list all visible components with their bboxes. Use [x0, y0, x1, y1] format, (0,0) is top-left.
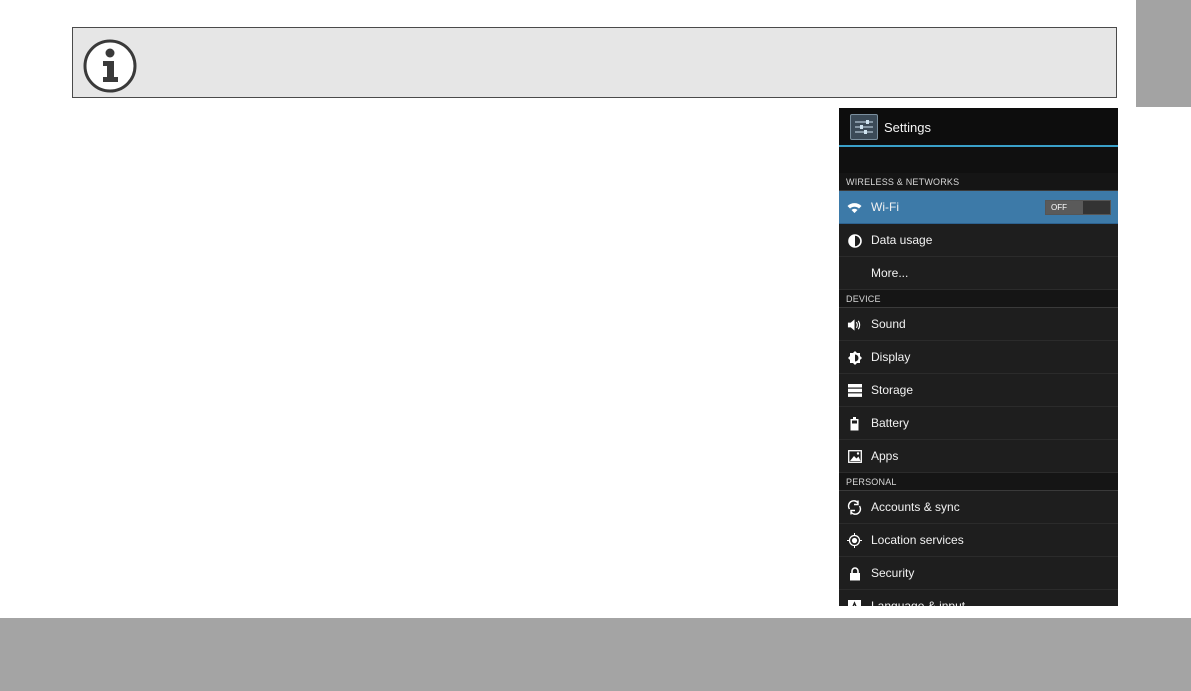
settings-item-sound[interactable]: Sound — [839, 308, 1118, 341]
settings-item-language[interactable]: Language & input — [839, 590, 1118, 606]
sync-icon — [847, 500, 862, 515]
battery-icon — [847, 416, 862, 431]
section-header-wireless: WIRELESS & NETWORKS — [839, 173, 1118, 191]
settings-item-label: Location services — [871, 533, 964, 547]
speaker-icon — [847, 317, 862, 332]
wifi-icon — [847, 200, 862, 215]
settings-item-label: Data usage — [871, 233, 933, 247]
settings-item-wifi[interactable]: Wi-Fi OFF — [839, 191, 1118, 224]
settings-item-label: Display — [871, 350, 911, 364]
settings-item-label: Accounts & sync — [871, 500, 960, 514]
section-header-personal: PERSONAL — [839, 473, 1118, 491]
settings-item-data-usage[interactable]: Data usage — [839, 224, 1118, 257]
settings-item-location[interactable]: Location services — [839, 524, 1118, 557]
settings-item-label: Storage — [871, 383, 914, 397]
info-icon — [83, 39, 137, 93]
data-usage-icon — [847, 233, 862, 248]
brightness-icon — [847, 350, 862, 365]
wifi-toggle[interactable]: OFF — [1045, 200, 1111, 215]
settings-screenshot: Settings WIRELESS & NETWORKS Wi-Fi OFF D… — [839, 108, 1118, 606]
spacer — [839, 147, 1118, 173]
settings-item-battery[interactable]: Battery — [839, 407, 1118, 440]
settings-item-label: Wi-Fi — [871, 200, 899, 214]
settings-item-label: Language & input — [871, 599, 966, 606]
side-tab — [1136, 0, 1191, 107]
keyboard-icon — [847, 599, 862, 606]
footer-bar — [0, 618, 1191, 691]
settings-item-security[interactable]: Security — [839, 557, 1118, 590]
settings-item-apps[interactable]: Apps — [839, 440, 1118, 473]
settings-item-label: Sound — [871, 317, 906, 331]
app-title: Settings — [884, 120, 931, 135]
settings-item-storage[interactable]: Storage — [839, 374, 1118, 407]
lock-icon — [847, 566, 862, 581]
storage-icon — [847, 383, 862, 398]
settings-item-label: Security — [871, 566, 915, 580]
settings-item-label: Battery — [871, 416, 910, 430]
settings-item-accounts-sync[interactable]: Accounts & sync — [839, 491, 1118, 524]
toggle-off-label: OFF — [1046, 201, 1083, 214]
action-bar: Settings — [839, 108, 1118, 147]
settings-item-label: More... — [871, 266, 909, 280]
section-header-device: DEVICE — [839, 290, 1118, 308]
settings-item-display[interactable]: Display — [839, 341, 1118, 374]
location-icon — [847, 533, 862, 548]
info-note-box — [72, 27, 1117, 98]
settings-app-icon[interactable] — [850, 114, 878, 140]
settings-item-more[interactable]: More... — [839, 257, 1118, 290]
settings-item-label: Apps — [871, 449, 899, 463]
apps-icon — [847, 449, 862, 464]
